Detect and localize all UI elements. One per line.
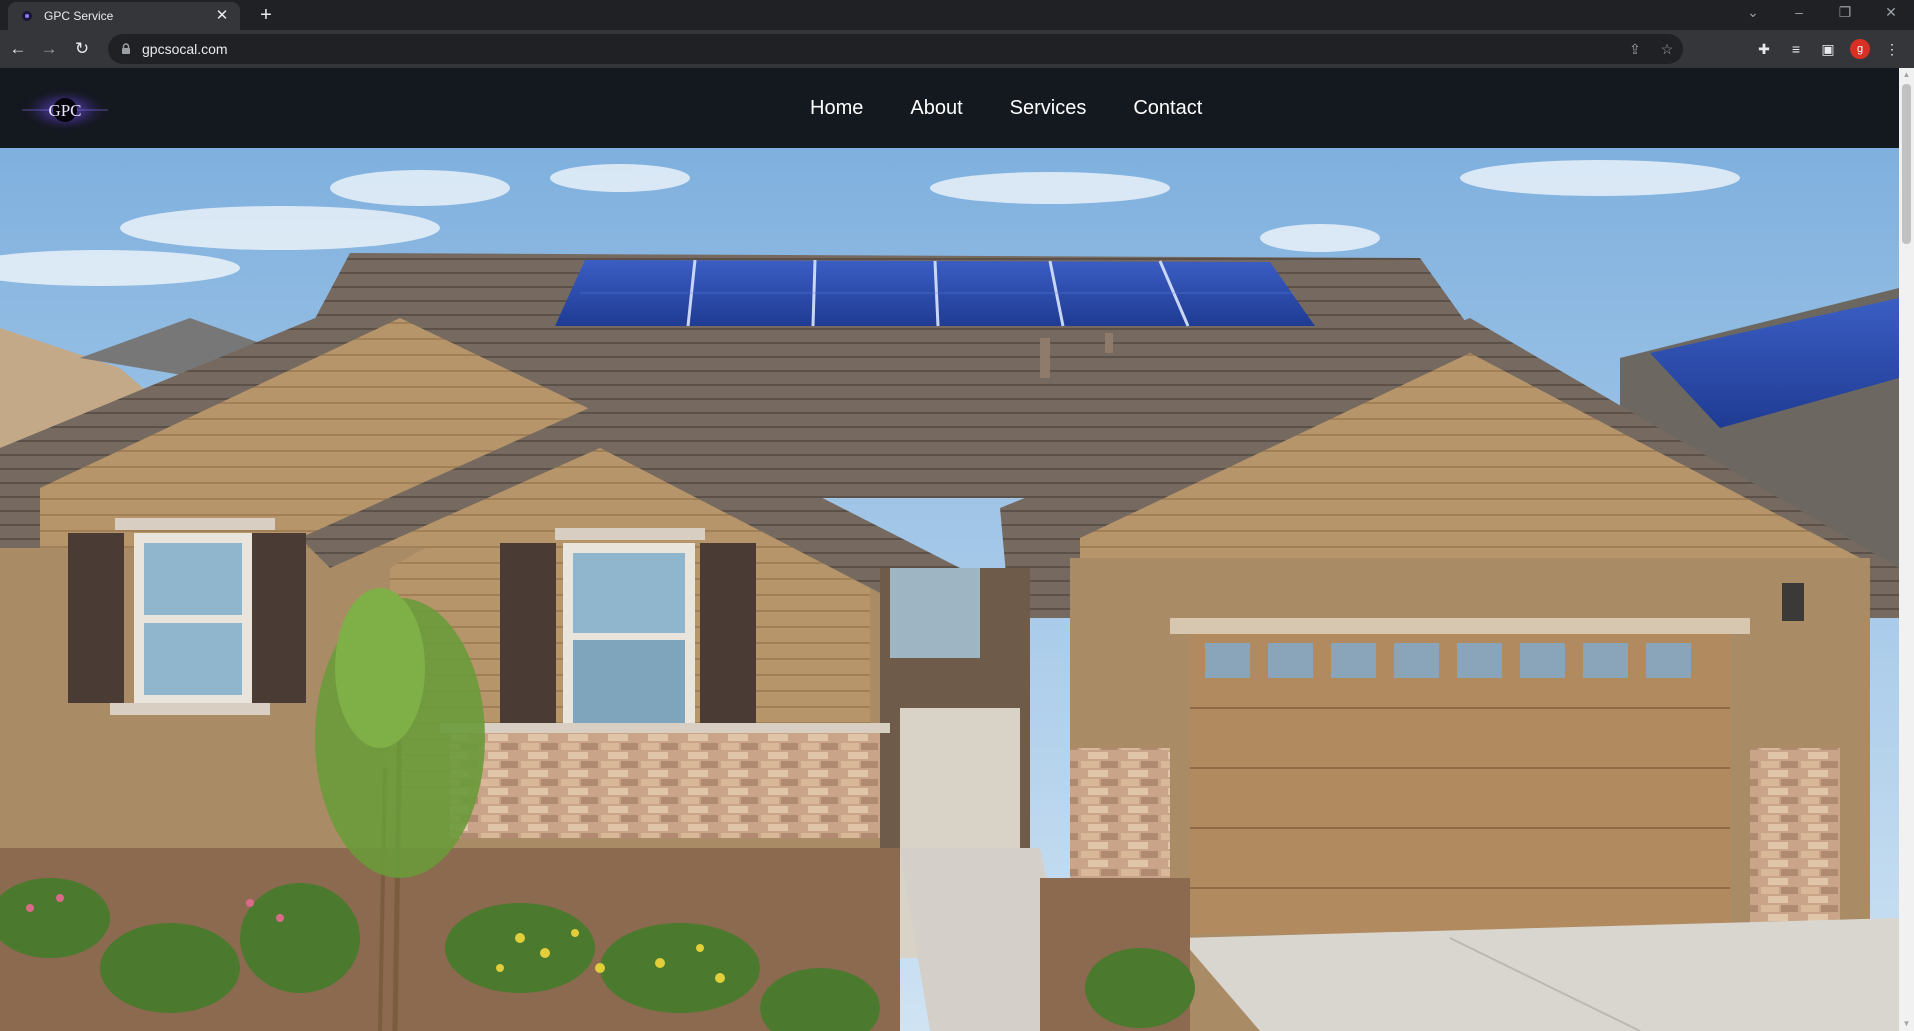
browser-toolbar: ← → ↻ gpcsocal.com ⇪ ☆ ✚ ≡ ▣ g ⋮ (0, 30, 1914, 68)
browser-tab[interactable]: GPC Service ✕ (8, 2, 240, 30)
forward-icon[interactable]: → (37, 37, 61, 61)
site-header: GPC Home About Services Contact (0, 68, 1899, 148)
address-bar[interactable]: gpcsocal.com ⇪ ☆ (108, 34, 1683, 64)
tab-search-icon[interactable]: ⌄ (1730, 0, 1776, 26)
scroll-up-icon[interactable]: ▲ (1899, 68, 1914, 82)
nav-home-link[interactable]: Home (810, 97, 863, 120)
minimize-icon[interactable]: – (1776, 0, 1822, 26)
url-text: gpcsocal.com (142, 41, 228, 57)
close-window-icon[interactable]: ✕ (1868, 0, 1914, 26)
gpc-logo[interactable]: GPC (20, 80, 110, 140)
restore-icon[interactable]: ❐ (1822, 0, 1868, 26)
share-icon[interactable]: ⇪ (1619, 41, 1651, 58)
scroll-down-icon[interactable]: ▼ (1899, 1017, 1914, 1031)
tab-title: GPC Service (44, 9, 114, 23)
hero-image (0, 148, 1899, 1031)
browser-tabstrip: GPC Service ✕ + ⌄ – ❐ ✕ (0, 0, 1914, 30)
nav-about-link[interactable]: About (910, 97, 962, 120)
toolbar-actions: ✚ ≡ ▣ g ⋮ (1748, 37, 1908, 61)
new-tab-icon[interactable]: + (254, 3, 278, 27)
lock-icon (122, 43, 130, 54)
page-scrollbar[interactable]: ▲ ▼ (1899, 68, 1914, 1031)
media-queue-icon[interactable]: ≡ (1780, 41, 1812, 57)
solar-panels (555, 259, 1315, 327)
bookmark-star-icon[interactable]: ☆ (1651, 41, 1683, 58)
nav-services-link[interactable]: Services (1010, 97, 1087, 120)
main-nav: Home About Services Contact (810, 68, 1249, 148)
browser-menu-icon[interactable]: ⋮ (1876, 41, 1908, 58)
reload-icon[interactable]: ↻ (70, 37, 94, 61)
wall-lamp (1782, 583, 1804, 621)
scrollbar-thumb[interactable] (1902, 84, 1911, 244)
site-favicon-icon (22, 11, 32, 21)
window-controls: ⌄ – ❐ ✕ (1730, 0, 1914, 26)
back-icon[interactable]: ← (6, 37, 30, 61)
side-panel-icon[interactable]: ▣ (1812, 41, 1844, 58)
extensions-icon[interactable]: ✚ (1748, 41, 1780, 58)
nav-contact-link[interactable]: Contact (1133, 97, 1202, 120)
profile-avatar[interactable]: g (1850, 39, 1870, 59)
close-tab-icon[interactable]: ✕ (212, 6, 232, 26)
page-viewport: GPC Home About Services Contact (0, 68, 1899, 1031)
logo-text: GPC (48, 101, 81, 120)
